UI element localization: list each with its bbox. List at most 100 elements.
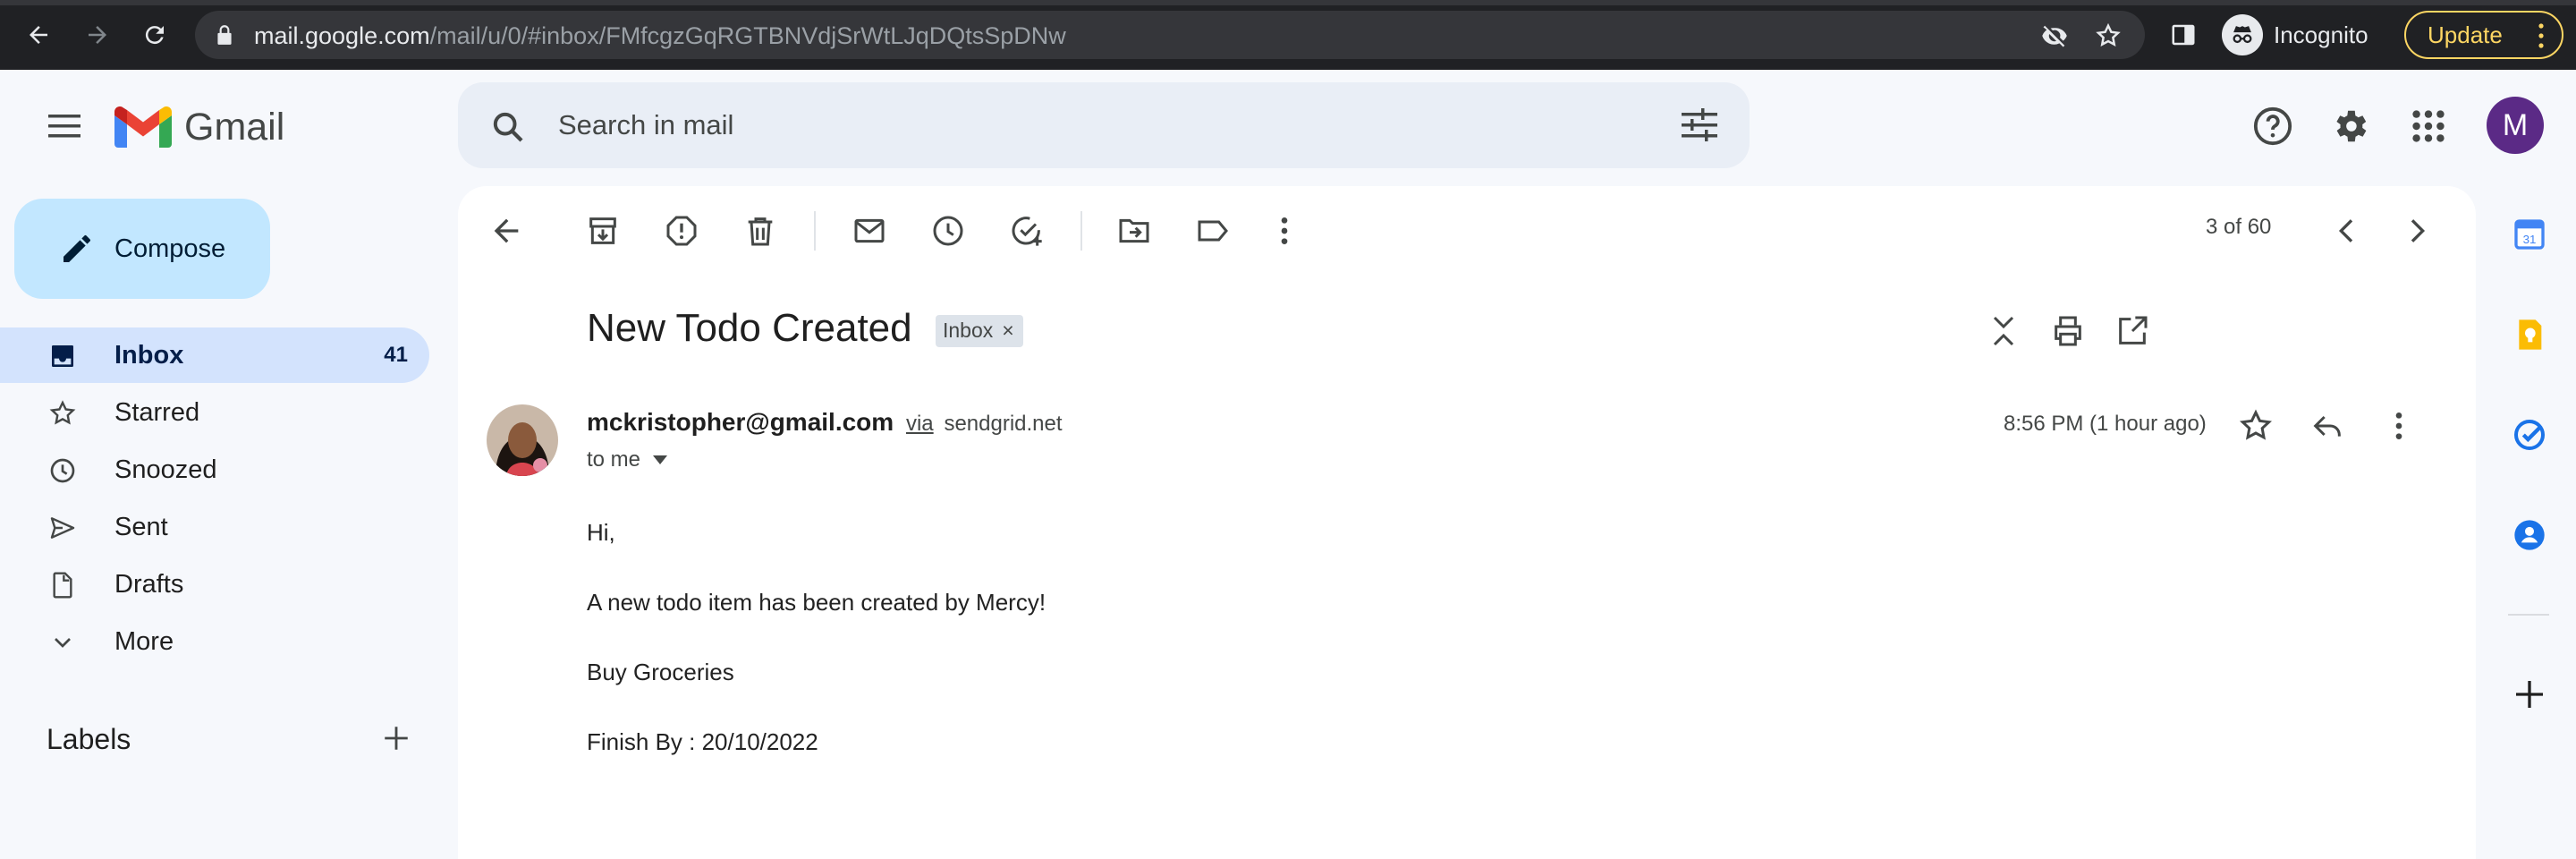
search-icon[interactable]	[490, 109, 526, 145]
help-icon[interactable]	[2252, 106, 2293, 147]
main-menu-icon[interactable]	[47, 113, 82, 140]
sidebar-item-snoozed[interactable]: Snoozed	[0, 442, 429, 498]
sidebar-item-label: Starred	[114, 397, 200, 427]
tasks-icon[interactable]	[2512, 417, 2547, 453]
account-avatar[interactable]: M	[2487, 97, 2544, 154]
update-button[interactable]: Update	[2404, 11, 2563, 59]
more-options-icon[interactable]	[1267, 213, 1302, 249]
labels-heading: Labels	[47, 723, 131, 755]
delete-icon[interactable]	[742, 213, 778, 249]
gmail-m-icon	[114, 106, 172, 148]
reply-icon[interactable]	[2309, 408, 2345, 444]
collapse-all-icon[interactable]	[1986, 313, 2021, 349]
sidebar-item-label: Sent	[114, 512, 168, 541]
newer-chevron-left-icon[interactable]	[2329, 213, 2365, 249]
report-spam-icon[interactable]	[664, 213, 699, 249]
reload-icon[interactable]	[138, 18, 172, 52]
apps-grid-icon[interactable]	[2408, 106, 2449, 147]
via-link[interactable]: via	[906, 412, 934, 436]
back-icon[interactable]	[21, 18, 55, 52]
incognito-icon	[2222, 14, 2263, 55]
email-body-line: A new todo item has been created by Merc…	[587, 589, 1046, 616]
label-icon[interactable]	[1195, 213, 1231, 249]
label-chip-text: Inbox	[943, 319, 994, 342]
sidebar-item-label: Snoozed	[114, 455, 217, 484]
add-to-tasks-icon[interactable]	[1009, 213, 1045, 249]
compose-button[interactable]: Compose	[14, 199, 270, 299]
tab-strip-edge	[0, 0, 2576, 5]
account-initial: M	[2502, 107, 2529, 142]
message-pane: 3 of 60 New Todo Created Inbox × mckrist…	[458, 186, 2476, 859]
side-panel-icon[interactable]	[2170, 21, 2197, 48]
recipient-label: to me	[587, 447, 641, 472]
sender-email[interactable]: mckristopher@gmail.com	[587, 408, 894, 436]
forward-icon[interactable]	[80, 18, 114, 52]
incognito-label: Incognito	[2274, 21, 2368, 48]
back-to-inbox-icon[interactable]	[488, 213, 524, 249]
inbox-label-chip[interactable]: Inbox ×	[936, 315, 1023, 347]
star-icon	[49, 400, 76, 425]
email-subject: New Todo Created	[587, 306, 912, 350]
archive-icon[interactable]	[585, 213, 621, 249]
recipient-details[interactable]: to me	[587, 447, 668, 472]
search-input[interactable]	[558, 106, 1578, 145]
sidebar-item-more[interactable]: More	[0, 614, 429, 669]
remove-label-icon[interactable]: ×	[1002, 319, 1013, 347]
sidebar-item-label: Drafts	[114, 569, 184, 599]
search-bar[interactable]	[458, 82, 1750, 168]
unread-count-badge: 41	[384, 343, 408, 367]
via-domain: sendgrid.net	[944, 412, 1063, 436]
keep-icon[interactable]	[2512, 317, 2547, 353]
gmail-wordmark: Gmail	[184, 106, 285, 149]
email-body-line: Hi,	[587, 519, 615, 546]
get-addons-plus-icon[interactable]	[2512, 676, 2547, 712]
address-bar[interactable]: mail.google.com/mail/u/0/#inbox/FMfcgzGq…	[195, 11, 2145, 59]
sidebar-item-label: More	[114, 626, 174, 656]
print-icon[interactable]	[2050, 313, 2086, 349]
bookmark-star-icon[interactable]	[2095, 22, 2122, 49]
toolbar-divider	[1080, 211, 1082, 251]
inbox-icon	[52, 345, 73, 367]
sidebar-item-drafts[interactable]: Drafts	[0, 557, 429, 612]
side-panel-divider	[2508, 614, 2549, 616]
update-label: Update	[2428, 21, 2503, 48]
calendar-icon[interactable]: 31	[2512, 217, 2547, 252]
toolbar-divider	[814, 211, 816, 251]
message-timestamp: 8:56 PM (1 hour ago)	[2004, 412, 2207, 436]
sidebar-item-inbox[interactable]: Inbox 41	[0, 327, 429, 383]
contacts-icon[interactable]	[2512, 517, 2547, 553]
svg-text:31: 31	[2523, 233, 2537, 246]
pagination-count: 3 of 60	[2206, 215, 2272, 239]
mark-unread-icon[interactable]	[852, 213, 887, 249]
older-chevron-right-icon[interactable]	[2399, 213, 2435, 249]
snooze-icon[interactable]	[930, 213, 966, 249]
url-text: mail.google.com/mail/u/0/#inbox/FMfcgzGq…	[254, 22, 1066, 49]
settings-gear-icon[interactable]	[2329, 106, 2370, 147]
pencil-icon	[64, 235, 90, 262]
draft-icon	[53, 572, 72, 599]
sender-line: mckristopher@gmail.com via sendgrid.net	[587, 408, 1063, 437]
incognito-indicator[interactable]: Incognito	[2222, 14, 2368, 55]
sender-avatar[interactable]	[487, 404, 558, 476]
send-icon	[50, 517, 75, 539]
gmail-logo[interactable]: Gmail	[114, 106, 284, 149]
star-message-icon[interactable]	[2238, 408, 2274, 444]
caret-down-icon[interactable]	[653, 455, 668, 464]
sidebar-item-label: Inbox	[114, 340, 184, 370]
message-more-icon[interactable]	[2381, 408, 2417, 444]
email-body-line: Finish By : 20/10/2022	[587, 728, 818, 755]
lock-icon[interactable]	[213, 23, 236, 47]
chevron-down-icon	[55, 638, 71, 648]
move-to-icon[interactable]	[1116, 213, 1152, 249]
open-new-window-icon[interactable]	[2114, 313, 2150, 349]
sidebar-item-starred[interactable]: Starred	[0, 385, 429, 440]
compose-label: Compose	[114, 234, 226, 263]
browser-toolbar: mail.google.com/mail/u/0/#inbox/FMfcgzGq…	[0, 0, 2576, 70]
sidebar-item-sent[interactable]: Sent	[0, 499, 429, 555]
email-body-line: Buy Groceries	[587, 659, 734, 685]
clock-icon	[50, 458, 75, 483]
eye-off-icon[interactable]	[2041, 22, 2068, 49]
search-options-icon[interactable]	[1680, 107, 1719, 143]
create-label-icon[interactable]	[381, 723, 411, 753]
more-vert-icon	[2538, 23, 2544, 48]
